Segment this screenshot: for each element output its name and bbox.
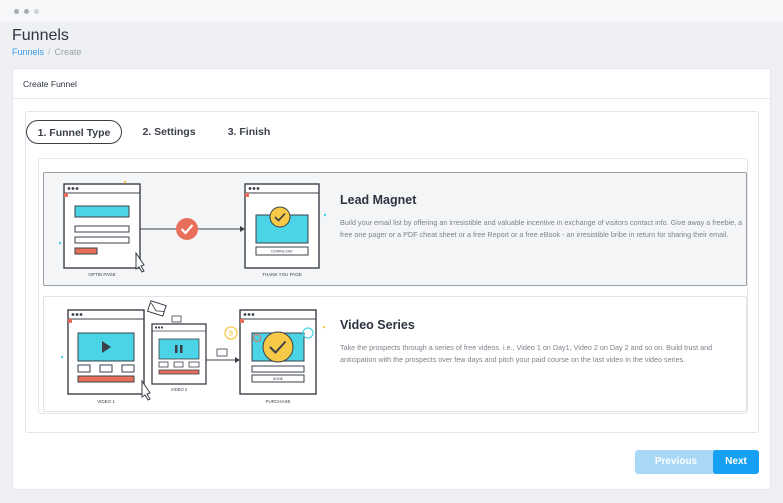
download-button-label: DOWNLOAD	[271, 250, 293, 254]
video-series-title: Video Series	[340, 318, 415, 332]
breadcrumb-link-funnels[interactable]: Funnels	[12, 47, 44, 57]
window-title-bar	[0, 0, 783, 22]
breadcrumb-current: Create	[54, 47, 82, 57]
video-1-page-icon	[67, 309, 151, 401]
window-dot-icon	[34, 9, 39, 14]
check-badge-icon	[176, 218, 198, 240]
video-2-page-icon	[151, 323, 207, 385]
lead-magnet-title: Lead Magnet	[340, 193, 417, 207]
optin-page-icon	[63, 183, 145, 273]
video-series-description: Take the prospects through a series of f…	[340, 343, 713, 364]
done-button-label: DONE	[273, 377, 284, 381]
wizard-container: 1. Funnel Type 2. Settings 3. Finish OPT…	[25, 111, 759, 433]
card-header: Create Funnel	[13, 69, 770, 99]
option-video-series[interactable]: VIDEO 1 VIDEO 2 $ DONE PURCHASE Video Se…	[43, 296, 747, 412]
breadcrumb: Funnels / Create	[12, 47, 82, 57]
next-button[interactable]: Next	[713, 450, 759, 474]
card-title: Create Funnel	[23, 79, 77, 89]
previous-button[interactable]: Previous	[635, 450, 717, 474]
video-1-label: VIDEO 1	[97, 399, 115, 404]
funnel-type-options: OPTIN PAGE DOWNLOAD THANK YOU PAGE Lead …	[38, 158, 748, 414]
lead-magnet-illustration: OPTIN PAGE DOWNLOAD THANK YOU PAGE	[58, 180, 327, 277]
thank-you-page-icon: DOWNLOAD	[244, 183, 320, 269]
step-settings[interactable]: 2. Settings	[130, 120, 208, 144]
svg-text:$: $	[229, 331, 233, 338]
page-title: Funnels	[12, 27, 69, 44]
window-dot-icon	[24, 9, 29, 14]
create-funnel-card: Create Funnel 1. Funnel Type 2. Settings…	[12, 68, 771, 490]
lead-magnet-description: Build your email list by offering an irr…	[340, 218, 743, 239]
purchase-page-label: PURCHASE	[265, 399, 290, 404]
breadcrumb-separator: /	[48, 47, 51, 57]
step-funnel-type[interactable]: 1. Funnel Type	[26, 120, 122, 144]
video-series-illustration: VIDEO 1 VIDEO 2 $ DONE PURCHASE	[60, 300, 326, 404]
window-dot-icon	[14, 9, 19, 14]
optin-page-label: OPTIN PAGE	[88, 272, 115, 277]
video-2-label: VIDEO 2	[171, 387, 188, 392]
thank-you-page-label: THANK YOU PAGE	[262, 272, 302, 277]
purchase-page-icon: DONE	[239, 309, 317, 395]
option-lead-magnet[interactable]: OPTIN PAGE DOWNLOAD THANK YOU PAGE Lead …	[43, 172, 747, 286]
step-finish[interactable]: 3. Finish	[218, 120, 280, 144]
